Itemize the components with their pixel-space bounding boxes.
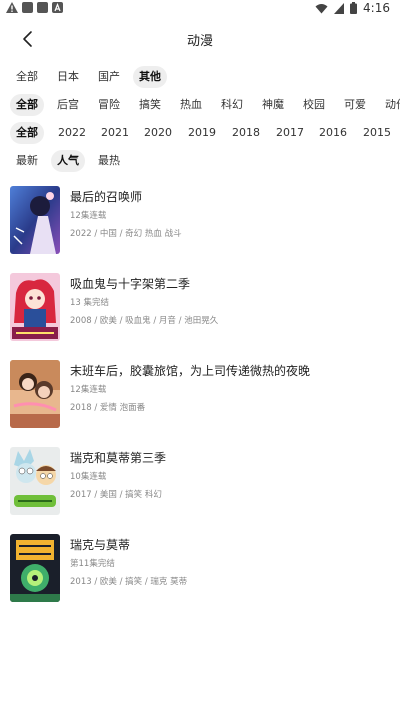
item-title: 瑞克和莫蒂第三季 [70, 451, 167, 465]
warning-icon [6, 2, 18, 13]
filter-chip[interactable]: 搞笑 [133, 94, 167, 116]
item-status: 第11集完结 [70, 559, 115, 569]
item-meta: 2013 / 欧美 / 搞笑 / 瑞克 莫蒂 [70, 577, 188, 587]
filter-chip[interactable]: 可爱 [338, 94, 372, 116]
filter-chip[interactable]: 动作 [379, 94, 400, 116]
sort-chip[interactable]: 最热 [92, 150, 126, 172]
item-meta: 2017 / 美国 / 搞笑 科幻 [70, 490, 162, 500]
year-filter-row: 全部 2022 2021 2020 2019 2018 2017 2016 20… [0, 120, 400, 148]
sort-filter-row: 最新 人气 最热 [0, 148, 400, 176]
status-bar: 4:16 [0, 0, 400, 18]
filter-chip[interactable]: 2016 [313, 122, 353, 144]
region-filter-row: 全部 日本 国产 其他 [0, 64, 400, 92]
filter-chip[interactable]: 校园 [297, 94, 331, 116]
filter-panel: 全部 日本 国产 其他 全部 后宫 冒险 搞笑 热血 科幻 神魔 校园 可爱 动… [0, 64, 400, 176]
item-meta: 2018 / 爱情 泡面番 [70, 403, 146, 413]
app-notification-icon [22, 2, 33, 13]
cover-image [10, 534, 60, 602]
filter-chip-selected[interactable]: 全部 [10, 94, 44, 116]
filter-chip[interactable]: 科幻 [215, 94, 249, 116]
filter-chip[interactable]: 神魔 [256, 94, 290, 116]
page-title: 动漫 [186, 34, 213, 49]
list-item[interactable]: 瑞克与莫蒂 第11集完结 2013 / 欧美 / 搞笑 / 瑞克 莫蒂 [0, 534, 400, 604]
battery-icon [350, 2, 358, 14]
filter-chip[interactable]: 日本 [51, 66, 85, 88]
top-bar: 动漫 [0, 22, 400, 54]
filter-chip[interactable]: 2022 [52, 122, 92, 144]
item-meta: 2008 / 欧美 / 吸血鬼 / 月音 / 池田晃久 [70, 316, 219, 326]
cover-image [10, 360, 60, 428]
filter-chip[interactable]: 2017 [270, 122, 310, 144]
item-status: 12集连载 [70, 211, 107, 221]
item-status: 10集连载 [70, 472, 107, 482]
list-item[interactable]: 最后的召唤师 12集连载 2022 / 中国 / 奇幻 热血 战斗 [0, 186, 400, 256]
item-status: 12集连载 [70, 385, 107, 395]
genre-filter-row: 全部 后宫 冒险 搞笑 热血 科幻 神魔 校园 可爱 动作 [0, 92, 400, 120]
wifi-icon [315, 3, 328, 13]
item-title: 吸血鬼与十字架第二季 [70, 277, 191, 291]
list-item[interactable]: 末班车后，胶囊旅馆，为上司传递微热的夜晚 12集连载 2018 / 爱情 泡面番 [0, 360, 400, 430]
filter-chip[interactable]: 热血 [174, 94, 208, 116]
filter-chip[interactable]: 后宫 [51, 94, 85, 116]
notification-icons [6, 2, 63, 13]
filter-chip[interactable]: 冒险 [92, 94, 126, 116]
filter-chip[interactable]: 2015 [357, 122, 397, 144]
filter-chip[interactable]: 国产 [92, 66, 126, 88]
item-meta: 2022 / 中国 / 奇幻 热血 战斗 [70, 229, 182, 239]
app-notification-icon [37, 2, 48, 13]
filter-chip-selected[interactable]: 其他 [133, 66, 167, 88]
list-item[interactable]: 瑞克和莫蒂第三季 10集连载 2017 / 美国 / 搞笑 科幻 [0, 447, 400, 517]
sort-chip-selected[interactable]: 人气 [51, 150, 85, 172]
item-status: 13 集完结 [70, 298, 110, 308]
filter-chip[interactable]: 2018 [226, 122, 266, 144]
signal-icon [334, 2, 345, 14]
cover-image [10, 186, 60, 254]
status-time: 4:16 [363, 1, 390, 15]
cover-image [10, 273, 60, 341]
filter-chip-selected[interactable]: 全部 [10, 122, 44, 144]
list-item[interactable]: 吸血鬼与十字架第二季 13 集完结 2008 / 欧美 / 吸血鬼 / 月音 /… [0, 273, 400, 343]
app-a-icon [52, 2, 63, 13]
cover-image [10, 447, 60, 515]
filter-chip[interactable]: 2020 [138, 122, 178, 144]
item-title: 瑞克与莫蒂 [70, 538, 131, 552]
sort-chip[interactable]: 最新 [10, 150, 44, 172]
filter-chip[interactable]: 2021 [95, 122, 135, 144]
filter-chip[interactable]: 2019 [182, 122, 222, 144]
item-title: 末班车后，胶囊旅馆，为上司传递微热的夜晚 [70, 364, 311, 378]
filter-chip[interactable]: 全部 [10, 66, 44, 88]
item-title: 最后的召唤师 [70, 190, 143, 204]
